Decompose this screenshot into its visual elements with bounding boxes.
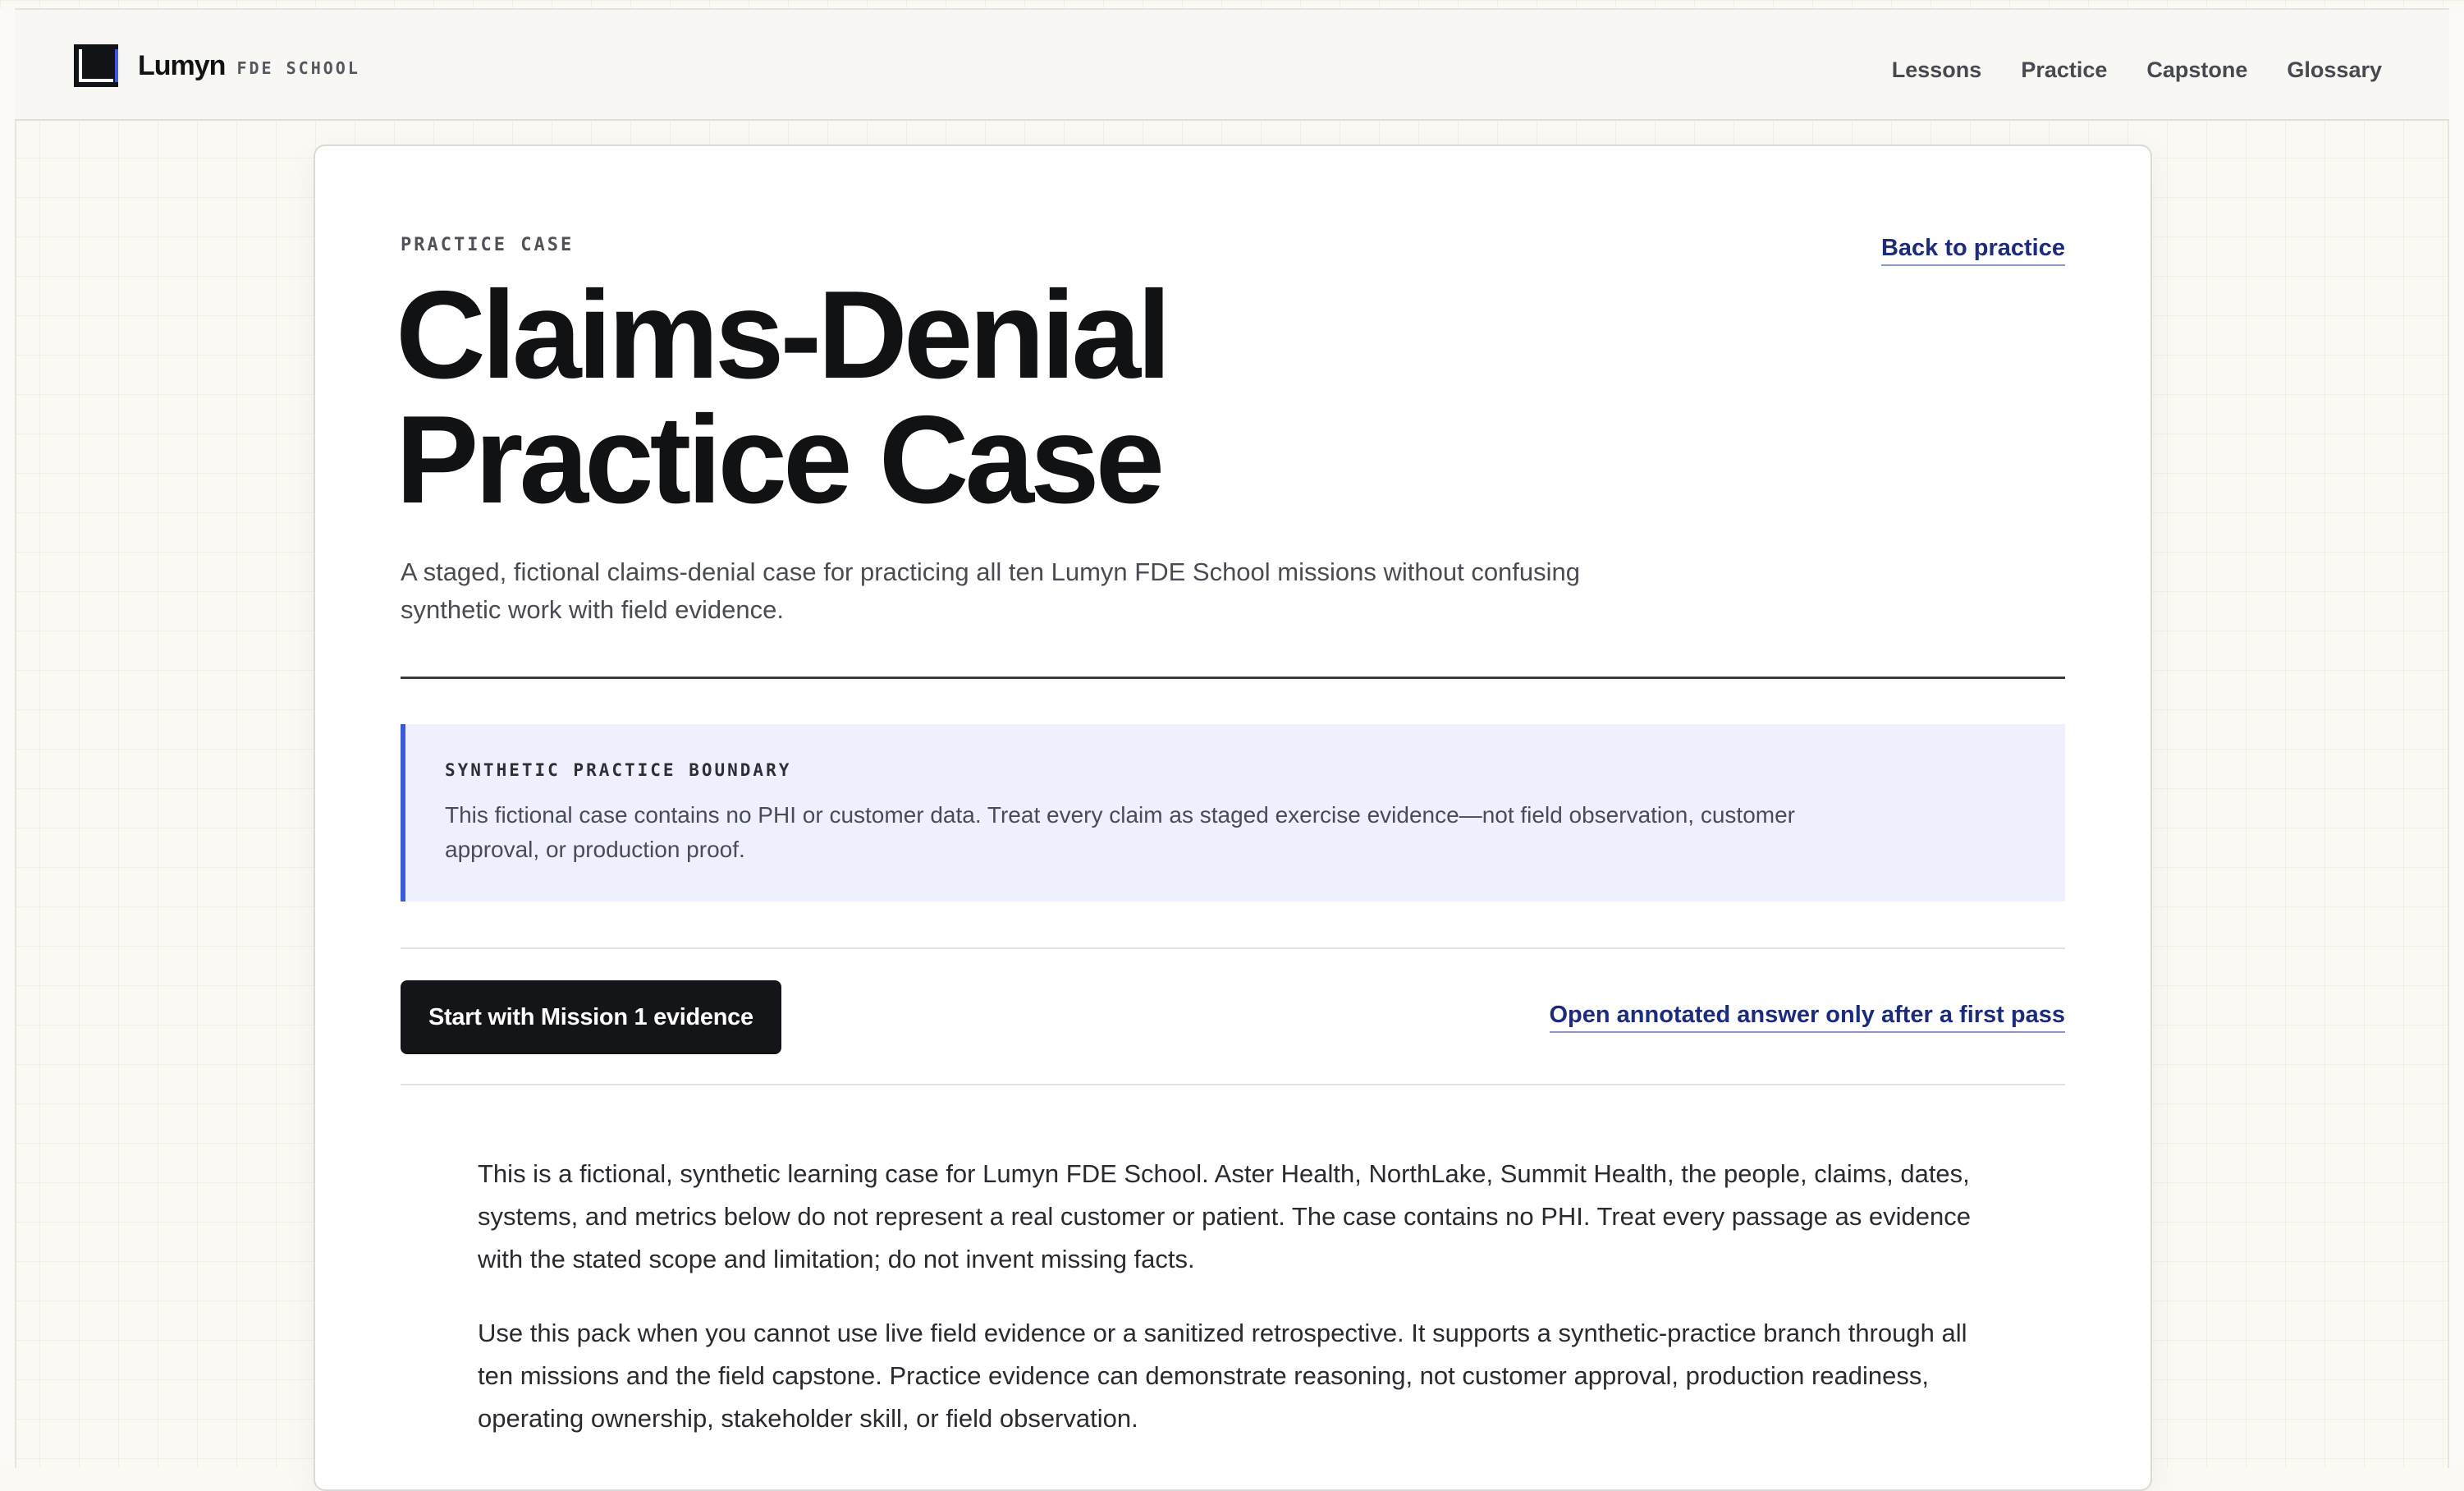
page-title-line-1: Claims-Denial: [396, 265, 1171, 405]
practice-case-card: PRACTICE CASE Back to practice Claims-De…: [314, 145, 2152, 1491]
body-paragraph: This is a fictional, synthetic learning …: [478, 1159, 1972, 1273]
divider-bottom: [401, 1084, 2065, 1085]
site-header: Lumyn FDE SCHOOL Lessons Practice Capsto…: [15, 8, 2449, 121]
nav-lessons[interactable]: Lessons: [1892, 57, 1982, 83]
page-title: Claims-Denial Practice Case: [396, 273, 1545, 522]
brand-home-link[interactable]: Lumyn FDE SCHOOL: [74, 44, 360, 87]
body-paragraph: Use this pack when you cannot use live f…: [478, 1319, 1967, 1433]
main-nav: Lessons Practice Capstone Glossary: [1892, 57, 2382, 83]
action-row: Start with Mission 1 evidence Open annot…: [401, 980, 2065, 1054]
app-frame: Lumyn FDE SCHOOL Lessons Practice Capsto…: [0, 0, 2464, 1491]
nav-capstone[interactable]: Capstone: [2146, 57, 2247, 83]
section-divider: [401, 677, 2065, 679]
brand-name: Lumyn: [138, 49, 226, 81]
brand-subtitle: FDE SCHOOL: [236, 58, 360, 78]
callout-text: This fictional case contains no PHI or c…: [445, 802, 1795, 862]
page-title-line-2: Practice Case: [396, 390, 1165, 530]
back-to-practice-link[interactable]: Back to practice: [1880, 235, 2065, 266]
callout-label: SYNTHETIC PRACTICE BOUNDARY: [445, 760, 792, 780]
start-mission-1-button[interactable]: Start with Mission 1 evidence: [401, 980, 781, 1054]
nav-glossary[interactable]: Glossary: [2287, 57, 2382, 83]
page-lede: A staged, fictional claims-denial case f…: [401, 557, 1581, 624]
case-body: This is a fictional, synthetic learning …: [478, 1153, 2004, 1471]
lumyn-logo-icon: [74, 44, 118, 87]
annotated-answer-link[interactable]: Open annotated answer only after a first…: [1549, 1002, 2065, 1033]
synthetic-boundary-callout: SYNTHETIC PRACTICE BOUNDARY This fiction…: [401, 724, 2065, 901]
divider-top: [401, 947, 2065, 949]
eyebrow-label: PRACTICE CASE: [401, 235, 575, 255]
nav-practice[interactable]: Practice: [2021, 57, 2107, 83]
